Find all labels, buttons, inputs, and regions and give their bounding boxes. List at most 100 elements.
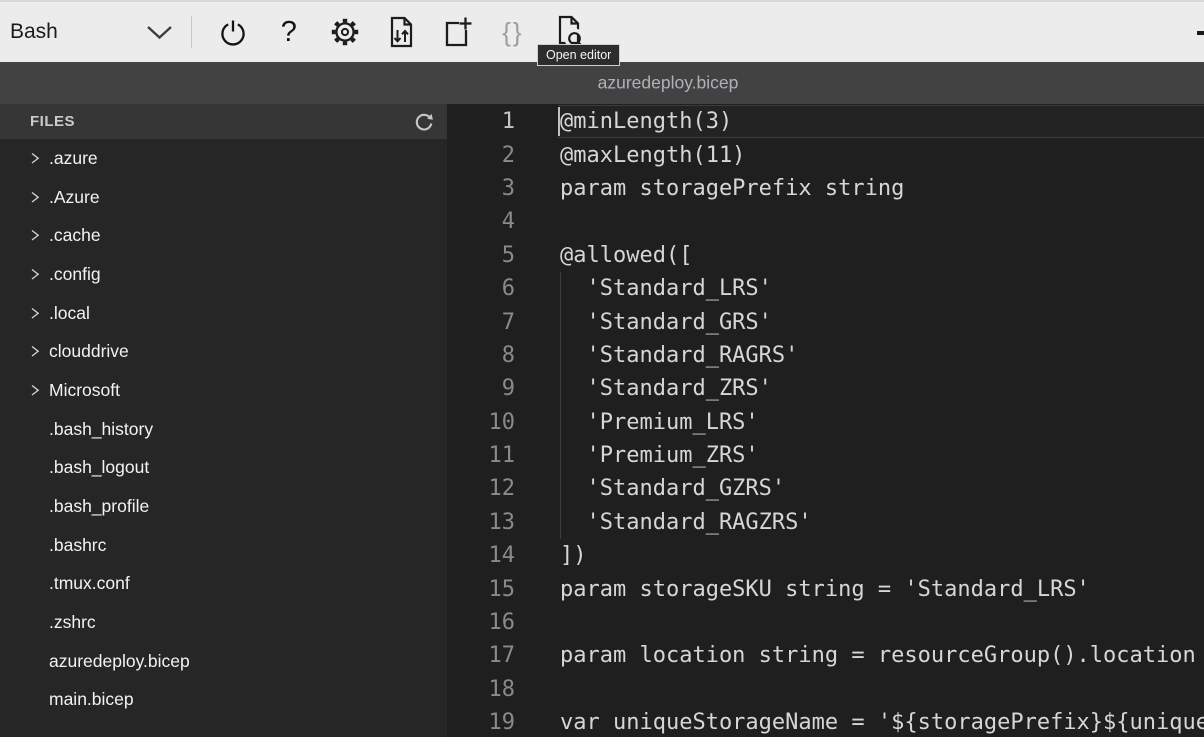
code-line[interactable]: 19 var uniqueStorageName = '${storagePref… xyxy=(447,706,1204,737)
code-text: param location string = resourceGroup().… xyxy=(560,643,1204,668)
tree-item[interactable]: .zshrc xyxy=(0,603,447,642)
code-line[interactable]: 1@minLength(3) xyxy=(447,105,1204,138)
tree-item[interactable]: clouddrive xyxy=(0,332,447,371)
code-line[interactable]: 9 'Standard_ZRS' xyxy=(447,372,1204,405)
indent-guide xyxy=(560,506,561,539)
chevron-right-icon[interactable] xyxy=(30,307,40,320)
settings-button[interactable] xyxy=(317,2,373,62)
line-number: 11 xyxy=(447,443,515,468)
tree-item-label: .zshrc xyxy=(49,612,96,633)
code-line[interactable]: 13 'Standard_RAGZRS' xyxy=(447,506,1204,539)
code-line[interactable]: 14]) xyxy=(447,539,1204,572)
code-line[interactable]: 11 'Premium_ZRS' xyxy=(447,439,1204,472)
code-line[interactable]: 5 @allowed([ xyxy=(447,239,1204,272)
code-line[interactable]: 10 'Premium_LRS' xyxy=(447,406,1204,439)
tree-item[interactable]: azuredeploy.bicep xyxy=(0,642,447,681)
line-number: 18 xyxy=(447,677,515,702)
code-line[interactable]: 12 'Standard_GZRS' xyxy=(447,472,1204,505)
tree-item[interactable]: Microsoft xyxy=(0,371,447,410)
line-number: 19 xyxy=(447,710,515,735)
line-number: 9 xyxy=(447,376,515,401)
open-editor-tooltip: Open editor xyxy=(537,44,620,66)
code-text: 'Standard_GRS' xyxy=(560,310,1204,335)
tree-item[interactable]: .config xyxy=(0,255,447,294)
code-line[interactable]: 18 xyxy=(447,673,1204,706)
line-number: 14 xyxy=(447,543,515,568)
window-control-partial[interactable] xyxy=(1197,31,1204,35)
code-text: 'Standard_GZRS' xyxy=(560,476,1204,501)
code-line[interactable]: 17param location string = resourceGroup(… xyxy=(447,639,1204,672)
code-line[interactable]: 3param storagePrefix string xyxy=(447,172,1204,205)
line-number: 10 xyxy=(447,410,515,435)
cloud-shell-window: Bash ? xyxy=(0,0,1204,737)
line-number: 12 xyxy=(447,476,515,501)
files-header: FILES xyxy=(0,104,447,139)
tree-item[interactable]: .bash_history xyxy=(0,410,447,449)
code-text: 'Standard_RAGRS' xyxy=(560,343,1204,368)
line-number: 5 xyxy=(447,243,515,268)
code-text: 'Premium_ZRS' xyxy=(560,443,1204,468)
refresh-button[interactable] xyxy=(414,112,434,132)
code-text: 'Standard_ZRS' xyxy=(560,376,1204,401)
braces-button[interactable]: {} xyxy=(485,2,541,62)
tree-item[interactable]: .bash_profile xyxy=(0,487,447,526)
new-file-icon xyxy=(440,15,474,49)
tree-item-label: .bash_logout xyxy=(49,457,149,478)
indent-guide xyxy=(560,339,561,372)
file-explorer-sidebar: FILES .azure .Azure .cache .config .local clo… xyxy=(0,104,447,737)
chevron-right-icon[interactable] xyxy=(30,345,40,358)
code-line[interactable]: 16 xyxy=(447,606,1204,639)
shell-selector-dropdown[interactable] xyxy=(146,25,173,40)
code-text: @allowed([ xyxy=(560,243,1204,268)
line-number: 7 xyxy=(447,310,515,335)
tree-item-label: Microsoft xyxy=(49,380,120,401)
line-number: 6 xyxy=(447,276,515,301)
chevron-right-icon[interactable] xyxy=(30,229,40,242)
tree-item-label: main.bicep xyxy=(49,689,134,710)
code-text: var uniqueStorageName = '${storagePrefix… xyxy=(560,710,1204,735)
gear-icon xyxy=(328,15,362,49)
indent-guide xyxy=(560,272,561,305)
indent-guide xyxy=(560,439,561,472)
power-icon xyxy=(218,17,248,48)
code-line[interactable]: 7 'Standard_GRS' xyxy=(447,305,1204,338)
tree-item[interactable]: .cache xyxy=(0,216,447,255)
new-session-button[interactable] xyxy=(429,2,485,62)
tree-item[interactable]: .local xyxy=(0,294,447,333)
code-line[interactable]: 6 'Standard_LRS' xyxy=(447,272,1204,305)
line-number: 3 xyxy=(447,176,515,201)
tree-item-label: .azure xyxy=(49,148,98,169)
tree-item-label: .cache xyxy=(49,225,101,246)
active-file-tab[interactable]: azuredeploy.bicep xyxy=(598,73,739,94)
tree-item[interactable]: .bash_logout xyxy=(0,449,447,488)
code-line[interactable]: 4 xyxy=(447,205,1204,238)
text-cursor xyxy=(558,107,560,136)
tree-item[interactable]: .bashrc xyxy=(0,526,447,565)
chevron-right-icon[interactable] xyxy=(30,191,40,204)
tree-item[interactable]: main.bicep xyxy=(0,681,447,720)
chevron-right-icon[interactable] xyxy=(30,152,40,165)
help-button[interactable]: ? xyxy=(261,2,317,62)
upload-download-button[interactable] xyxy=(373,2,429,62)
tree-item-label: clouddrive xyxy=(49,341,129,362)
code-editor[interactable]: 1@minLength(3)2@maxLength(11)3param stor… xyxy=(447,104,1204,737)
line-number: 15 xyxy=(447,577,515,602)
code-line[interactable]: 2@maxLength(11) xyxy=(447,138,1204,171)
power-button[interactable] xyxy=(205,2,261,62)
tree-item-label: .local xyxy=(49,303,90,324)
chevron-right-icon[interactable] xyxy=(30,268,40,281)
braces-icon: {} xyxy=(502,17,523,48)
tree-item[interactable]: .Azure xyxy=(0,178,447,217)
indent-guide xyxy=(560,472,561,505)
code-line[interactable]: 8 'Standard_RAGRS' xyxy=(447,339,1204,372)
code-text: 'Standard_RAGZRS' xyxy=(560,510,1204,535)
line-number: 1 xyxy=(447,109,515,134)
shell-selector-label[interactable]: Bash xyxy=(10,20,58,44)
code-line[interactable]: 15param storageSKU string = 'Standard_LR… xyxy=(447,572,1204,605)
tree-item[interactable]: .azure xyxy=(0,139,447,178)
tree-item[interactable]: .tmux.conf xyxy=(0,565,447,604)
code-text: 'Standard_LRS' xyxy=(560,276,1204,301)
file-tree: .azure .Azure .cache .config .local clouddriv… xyxy=(0,139,447,737)
chevron-right-icon[interactable] xyxy=(30,384,40,397)
files-header-title: FILES xyxy=(30,113,414,130)
